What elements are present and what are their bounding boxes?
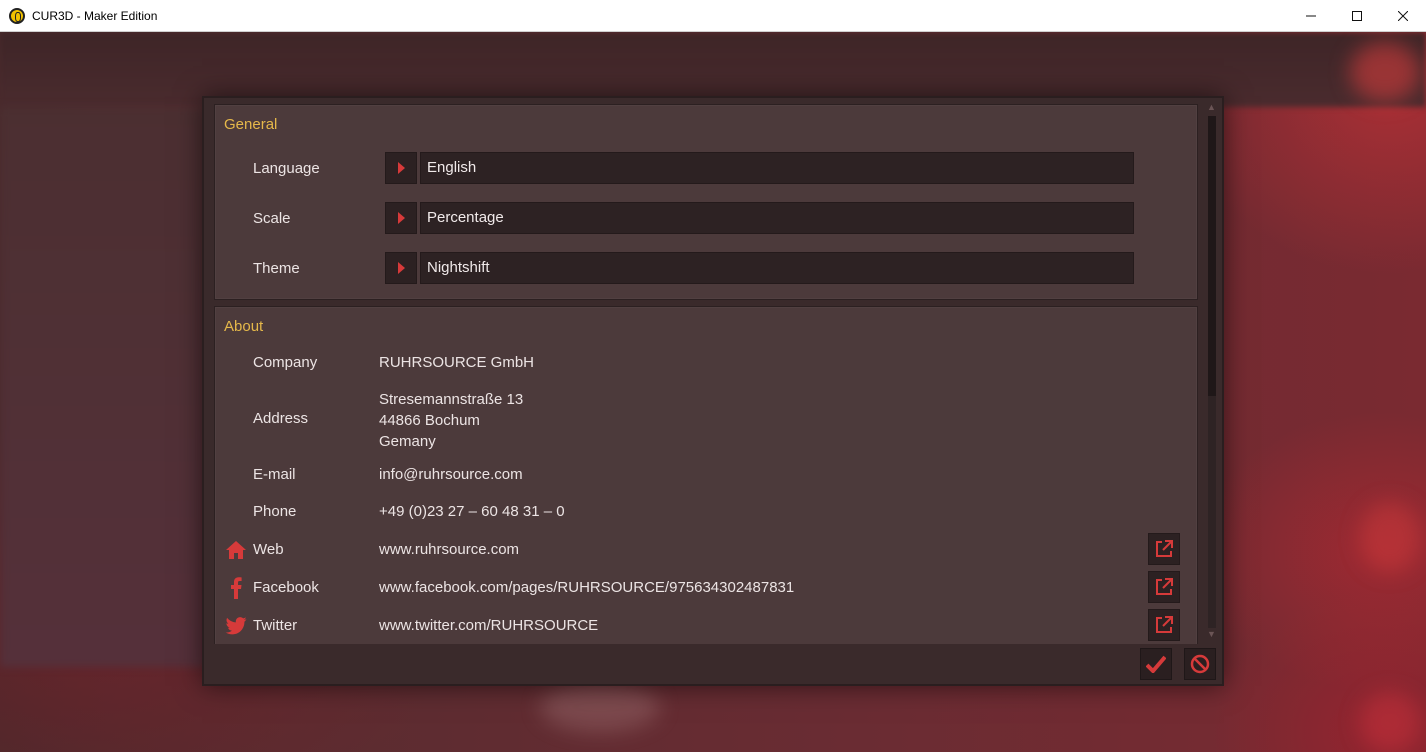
language-dropdown[interactable]: English	[385, 152, 1134, 184]
external-link-icon	[1156, 616, 1173, 633]
dropdown-arrow-icon[interactable]	[385, 152, 417, 184]
home-icon	[225, 539, 247, 561]
scroll-up-icon[interactable]: ▲	[1207, 102, 1216, 112]
open-facebook-button[interactable]	[1148, 571, 1180, 603]
prohibited-icon	[1190, 654, 1210, 674]
open-twitter-button[interactable]	[1148, 609, 1180, 641]
theme-value[interactable]: Nightshift	[420, 252, 1134, 284]
blurred-highlight	[540, 682, 660, 732]
email-value: info@ruhrsource.com	[379, 466, 523, 483]
scroll-down-icon[interactable]: ▼	[1207, 629, 1216, 639]
window-titlebar: CUR3D - Maker Edition	[0, 0, 1426, 32]
close-icon	[1398, 10, 1408, 21]
twitter-label: Twitter	[253, 617, 298, 634]
section-title-about: About	[224, 318, 264, 335]
blurred-highlight	[1360, 692, 1420, 752]
minimize-icon	[1306, 15, 1316, 16]
blurred-highlight	[1360, 502, 1420, 572]
maximize-button[interactable]	[1334, 0, 1380, 31]
company-value: RUHRSOURCE GmbH	[379, 354, 535, 371]
blurred-sidebar	[0, 107, 205, 667]
scale-dropdown[interactable]: Percentage	[385, 202, 1134, 234]
address-label: Address	[253, 410, 309, 427]
window-title: CUR3D - Maker Edition	[32, 8, 158, 23]
address-line-3: Gemany	[379, 433, 436, 450]
settings-dialog: General Language English Scale Percentag…	[202, 96, 1224, 686]
phone-label: Phone	[253, 503, 297, 520]
address-line-2: 44866 Bochum	[379, 412, 480, 429]
twitter-value: www.twitter.com/RUHRSOURCE	[379, 617, 599, 634]
window-controls	[1288, 0, 1426, 31]
external-link-icon	[1156, 578, 1173, 595]
about-section: About Company RUHRSOURCE GmbH Address St…	[214, 306, 1198, 644]
general-section: General Language English Scale Percentag…	[214, 104, 1198, 300]
language-value[interactable]: English	[420, 152, 1134, 184]
close-button[interactable]	[1380, 0, 1426, 31]
company-label: Company	[253, 354, 318, 371]
scroll-thumb[interactable]	[1208, 116, 1216, 396]
scale-value[interactable]: Percentage	[420, 202, 1134, 234]
external-link-icon	[1156, 540, 1173, 557]
dropdown-arrow-icon[interactable]	[385, 202, 417, 234]
web-label: Web	[253, 541, 284, 558]
vertical-scrollbar[interactable]: ▲ ▼	[1205, 102, 1219, 642]
blurred-highlight	[1350, 42, 1420, 102]
facebook-value: www.facebook.com/pages/RUHRSOURCE/975634…	[379, 579, 795, 596]
scale-label: Scale	[253, 210, 291, 227]
dropdown-arrow-icon[interactable]	[385, 252, 417, 284]
cancel-button[interactable]	[1184, 648, 1216, 680]
facebook-label: Facebook	[253, 579, 319, 596]
address-line-1: Stresemannstraße 13	[379, 391, 524, 408]
app-logo-icon	[9, 7, 25, 24]
theme-label: Theme	[253, 260, 300, 277]
twitter-icon	[225, 615, 247, 637]
confirm-button[interactable]	[1140, 648, 1172, 680]
phone-value: +49 (0)23 27 – 60 48 31 – 0	[379, 503, 565, 520]
open-web-button[interactable]	[1148, 533, 1180, 565]
section-title-general: General	[224, 116, 278, 133]
settings-scroll-area[interactable]: General Language English Scale Percentag…	[214, 104, 1198, 644]
checkmark-icon	[1146, 655, 1166, 673]
email-label: E-mail	[253, 466, 296, 483]
minimize-button[interactable]	[1288, 0, 1334, 31]
theme-dropdown[interactable]: Nightshift	[385, 252, 1134, 284]
web-value: www.ruhrsource.com	[379, 541, 520, 558]
language-label: Language	[253, 160, 320, 177]
maximize-icon	[1352, 10, 1362, 21]
facebook-icon	[225, 577, 247, 599]
